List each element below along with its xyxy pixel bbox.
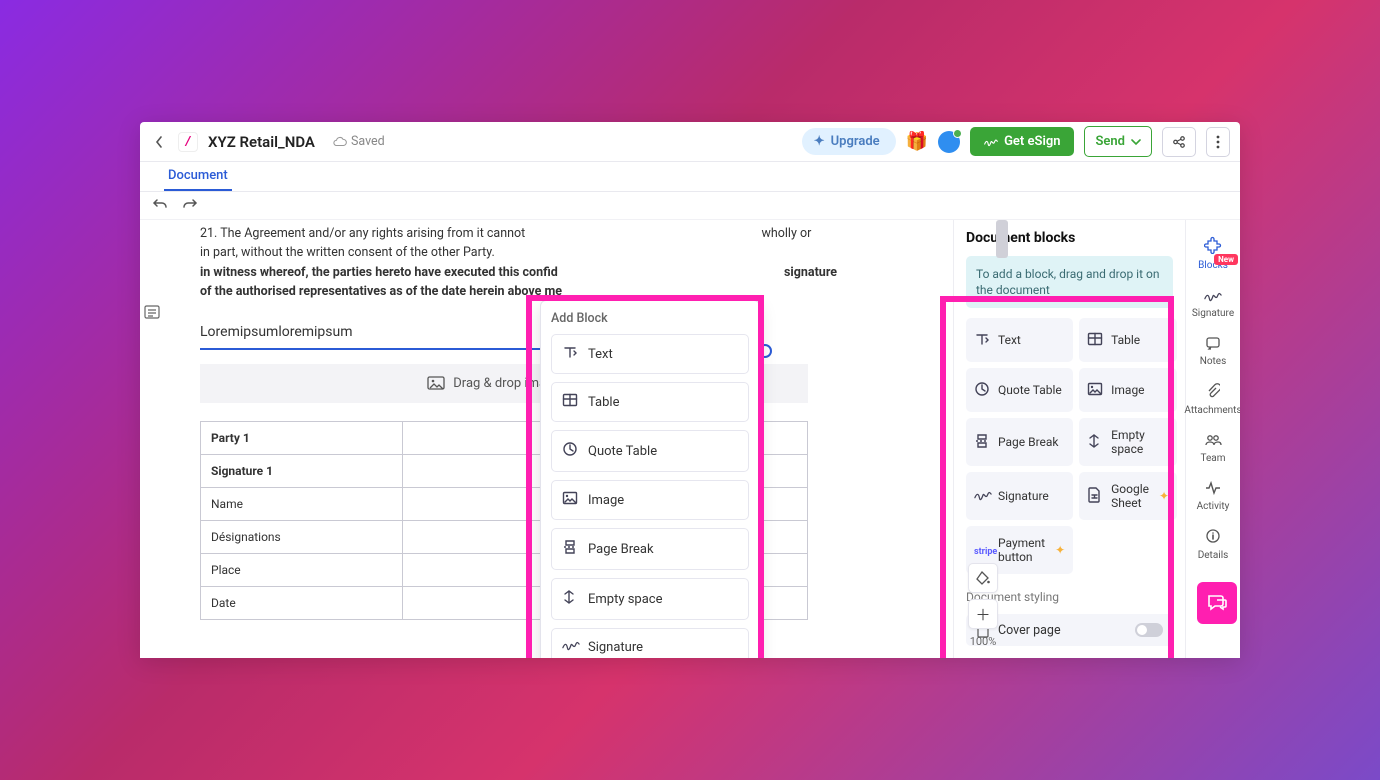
tab-document[interactable]: Document xyxy=(164,162,232,191)
kebab-icon xyxy=(1216,135,1220,149)
zoom-level: 100% xyxy=(970,635,997,648)
block-tile-table[interactable]: Table xyxy=(1079,318,1177,362)
table-icon xyxy=(1087,332,1103,349)
rail-item-signature[interactable]: Signature xyxy=(1186,279,1240,327)
top-bar: / XYZ Retail_NDA Saved ✦ Upgrade 🎁 Get e… xyxy=(140,122,1240,162)
block-tile-quote[interactable]: Quote Table xyxy=(966,368,1073,412)
saved-status: Saved xyxy=(333,134,385,149)
send-button[interactable]: Send xyxy=(1084,126,1152,157)
block-tile-text[interactable]: Text xyxy=(966,318,1073,362)
share-icon xyxy=(1172,135,1186,149)
quote-icon xyxy=(974,381,990,400)
cover-page-toggle[interactable] xyxy=(1135,623,1163,637)
notes-icon xyxy=(1205,335,1221,354)
gift-icon[interactable]: 🎁 xyxy=(906,131,928,152)
user-avatar[interactable] xyxy=(938,131,960,153)
back-icon[interactable] xyxy=(150,128,168,156)
share-button[interactable] xyxy=(1162,127,1196,157)
sparkle-icon: ✦ xyxy=(1159,489,1169,503)
zoom-add-button[interactable]: ＋ xyxy=(968,599,998,629)
scrollbar-thumb[interactable] xyxy=(996,220,1008,258)
add-block-item-pagebreak[interactable]: Page Break xyxy=(551,528,749,570)
sparkle-icon: ✦ xyxy=(814,134,825,149)
empty-icon xyxy=(1087,433,1103,452)
rail-item-attachments[interactable]: Attachments xyxy=(1186,375,1240,424)
add-block-item-image[interactable]: Image xyxy=(551,480,749,520)
add-block-item-quote[interactable]: Quote Table xyxy=(551,430,749,472)
empty-icon xyxy=(562,589,578,609)
undo-redo-bar xyxy=(140,192,1240,220)
app-logo: / xyxy=(178,132,198,152)
more-menu-button[interactable] xyxy=(1206,127,1230,157)
new-badge: New xyxy=(1214,254,1238,265)
signature-icon xyxy=(984,136,998,148)
block-tile-signature[interactable]: Signature xyxy=(966,472,1073,520)
document-title: XYZ Retail_NDA xyxy=(208,133,315,151)
info-icon xyxy=(1205,528,1221,548)
tab-strip: Document xyxy=(140,162,1240,192)
zoom-controls: ＋ 100% xyxy=(968,563,998,648)
block-tile-empty[interactable]: Empty space xyxy=(1079,418,1177,466)
document-body: 21. The Agreement and/or any rights aris… xyxy=(200,224,880,302)
signature-icon xyxy=(562,639,578,655)
pagebreak-icon xyxy=(974,433,990,452)
paint-bucket-button[interactable] xyxy=(968,563,998,593)
text-icon xyxy=(974,332,990,349)
redo-button[interactable] xyxy=(182,196,198,215)
blocks-helper: To add a block, drag and drop it on the … xyxy=(966,256,1173,308)
rail-item-activity[interactable]: Activity xyxy=(1186,472,1240,520)
chat-fab[interactable] xyxy=(1197,582,1237,624)
add-block-item-table[interactable]: Table xyxy=(551,382,749,422)
pagebreak-icon xyxy=(562,539,578,559)
add-block-popover: Add Block Text Table Quote Table Image Page … xyxy=(540,300,760,658)
chevron-down-icon xyxy=(1131,138,1141,146)
upgrade-button[interactable]: ✦ Upgrade xyxy=(802,128,896,155)
block-tile-image[interactable]: Image xyxy=(1079,368,1177,412)
add-block-item-signature[interactable]: Signature xyxy=(551,628,749,658)
team-icon xyxy=(1204,432,1222,451)
image-icon xyxy=(1087,382,1103,399)
add-block-item-text[interactable]: Text xyxy=(551,334,749,374)
signature-icon xyxy=(974,489,990,504)
rail-item-team[interactable]: Team xyxy=(1186,424,1240,472)
stripe-icon: stripe xyxy=(974,543,990,557)
app-window: / XYZ Retail_NDA Saved ✦ Upgrade 🎁 Get e… xyxy=(140,122,1240,658)
signature-icon xyxy=(1204,287,1222,306)
sparkle-icon: ✦ xyxy=(1055,543,1065,557)
block-tile-gsheet[interactable]: Google Sheet✦ xyxy=(1079,472,1177,520)
text-icon xyxy=(562,345,578,363)
table-icon xyxy=(562,393,578,411)
blocks-grid: TextTableQuote TableImagePage BreakEmpty… xyxy=(966,318,1173,574)
rail-item-notes[interactable]: Notes xyxy=(1186,327,1240,375)
main-area: 21. The Agreement and/or any rights aris… xyxy=(140,220,1240,658)
gsheet-icon xyxy=(1087,487,1103,506)
image-icon xyxy=(562,491,578,509)
activity-icon xyxy=(1205,480,1221,499)
image-icon xyxy=(427,376,445,390)
add-block-title: Add Block xyxy=(551,311,749,326)
quote-icon xyxy=(562,441,578,461)
attach-icon xyxy=(1206,383,1220,403)
block-tile-pagebreak[interactable]: Page Break xyxy=(966,418,1073,466)
get-esign-button[interactable]: Get eSign xyxy=(970,127,1074,156)
add-block-item-empty[interactable]: Empty space xyxy=(551,578,749,620)
undo-button[interactable] xyxy=(152,196,168,215)
cloud-icon xyxy=(333,136,347,148)
outline-icon[interactable] xyxy=(144,304,160,323)
rail-item-details[interactable]: Details xyxy=(1186,520,1240,569)
